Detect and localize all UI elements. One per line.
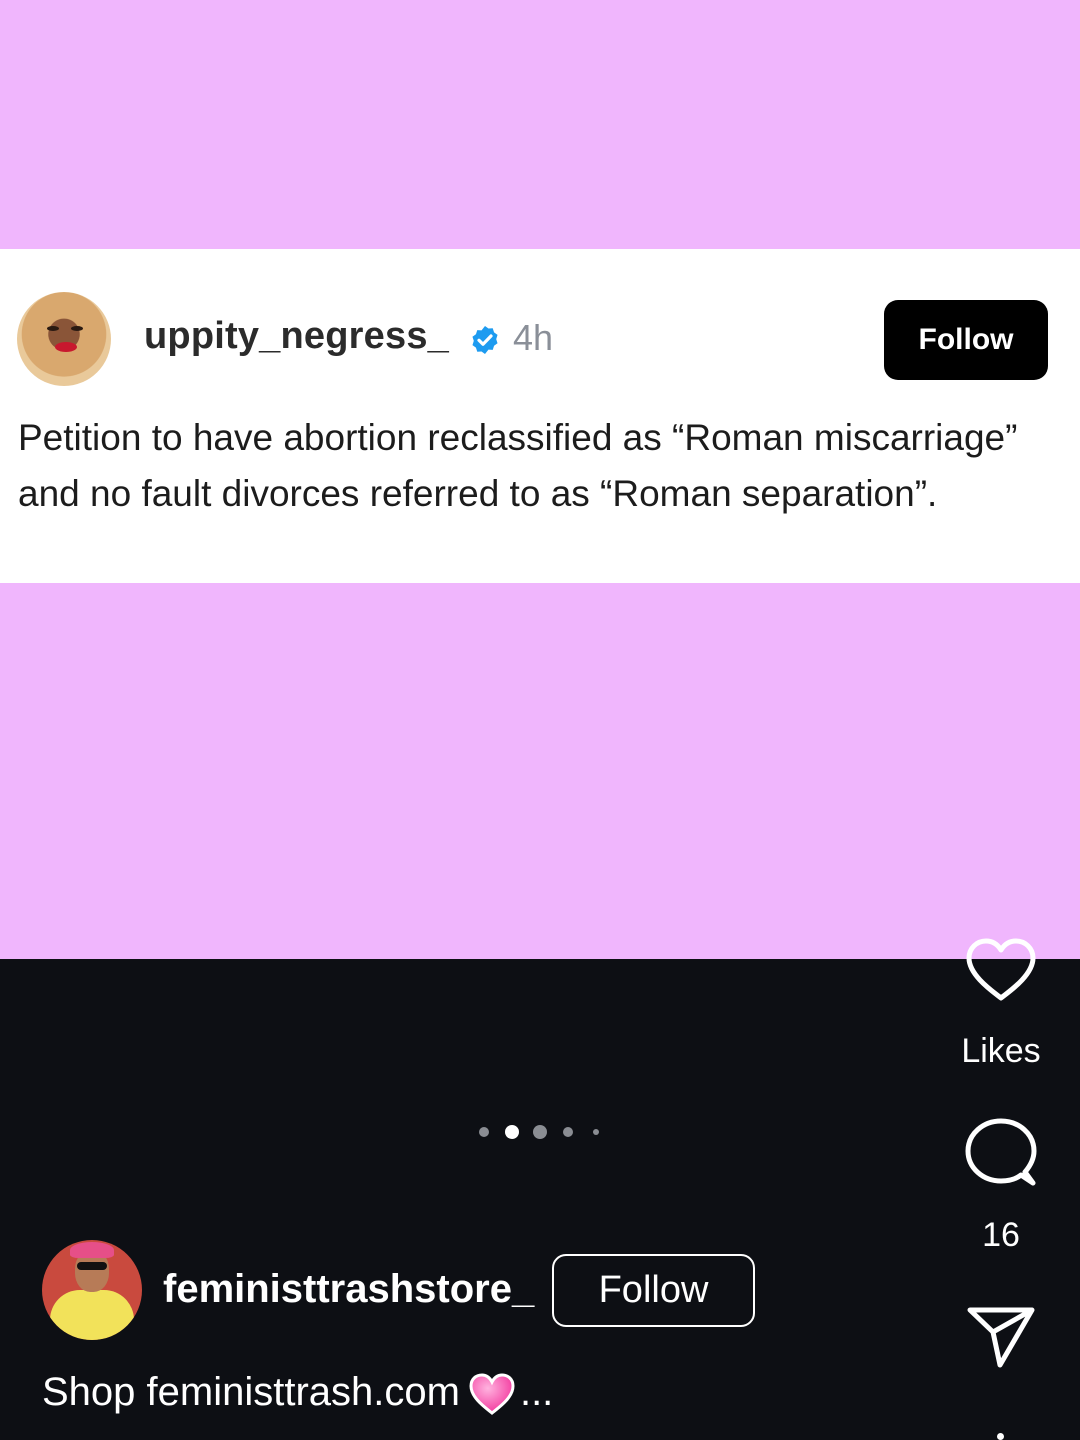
comment-icon[interactable] xyxy=(965,1117,1037,1189)
tweet-timestamp: 4h xyxy=(513,317,554,358)
avatar-eye xyxy=(47,326,59,331)
account-name[interactable]: feministtrashstore_ xyxy=(163,1267,534,1312)
caption-more[interactable]: ... xyxy=(520,1370,553,1414)
pager-dot-active xyxy=(505,1125,519,1139)
avatar-eye xyxy=(71,326,83,331)
avatar-hair xyxy=(70,1242,114,1258)
comment-count[interactable]: 16 xyxy=(945,1216,1057,1255)
tweet-avatar xyxy=(17,292,111,386)
pink-heart-emoji xyxy=(469,1373,515,1416)
tweet-text: Petition to have abortion reclassified a… xyxy=(18,417,1018,514)
follow-button[interactable]: Follow xyxy=(552,1254,755,1327)
pager-dot xyxy=(533,1125,547,1139)
pager-dot xyxy=(593,1129,599,1135)
likes-label[interactable]: Likes xyxy=(945,1032,1057,1071)
avatar-shirt xyxy=(50,1290,134,1340)
tweet-follow-button: Follow xyxy=(884,300,1048,380)
tweet-username: uppity_negress_ xyxy=(144,315,449,357)
media-background-top xyxy=(0,0,1080,249)
tweet-screenshot-card: uppity_negress_ 4h Follow Petition to ha… xyxy=(0,249,1080,583)
media-background-bottom xyxy=(0,583,1080,959)
heart-icon[interactable] xyxy=(965,938,1037,1002)
share-icon[interactable] xyxy=(966,1305,1036,1369)
more-options-icon[interactable] xyxy=(997,1433,1004,1440)
pager-dot xyxy=(479,1127,489,1137)
pager-dot xyxy=(563,1127,573,1137)
verified-icon xyxy=(472,326,498,354)
caption-text: Shop feministtrash.com xyxy=(42,1370,460,1414)
post-caption[interactable]: Shop feministtrash.com ... xyxy=(42,1370,553,1416)
avatar-sunglasses xyxy=(77,1262,107,1270)
avatar-lips xyxy=(55,342,77,352)
carousel-pager xyxy=(476,1121,604,1143)
avatar[interactable] xyxy=(42,1240,142,1340)
